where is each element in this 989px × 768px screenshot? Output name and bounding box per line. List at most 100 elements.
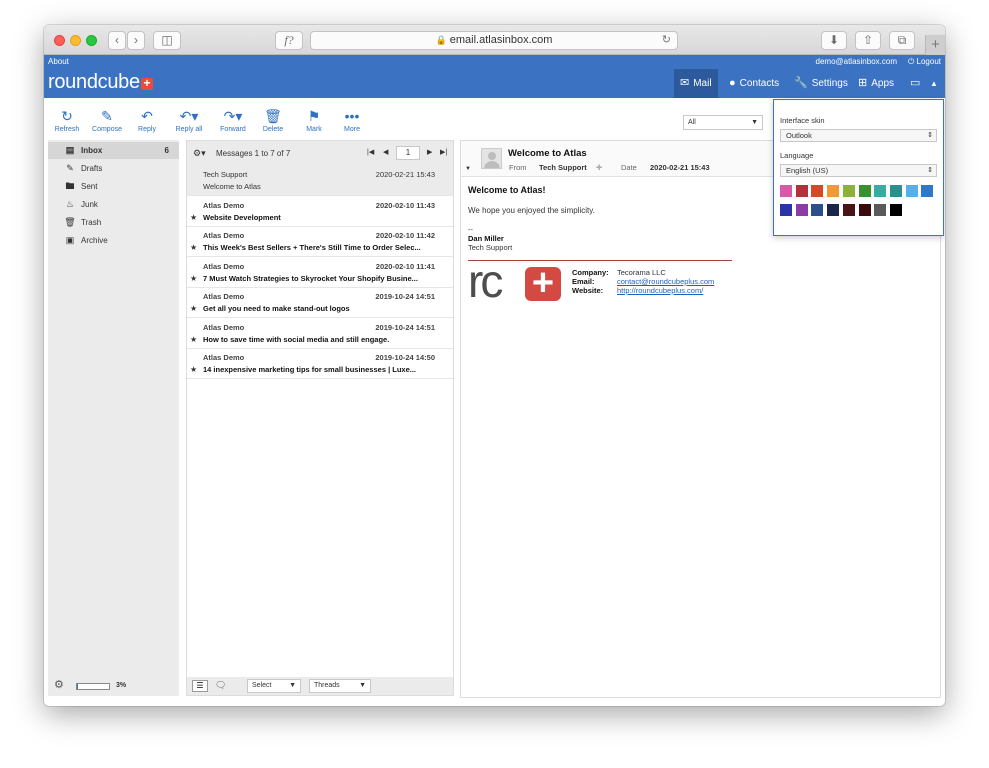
unread-star-icon[interactable]: ★ (190, 213, 197, 222)
expand-headers-icon[interactable]: ▼ (465, 166, 471, 172)
color-swatch[interactable] (842, 204, 855, 216)
logo-text: roundcube (48, 71, 140, 93)
color-swatch[interactable] (780, 185, 792, 197)
nav-mail[interactable]: ✉ Mail (674, 69, 718, 98)
nav-settings[interactable]: 🔧 Settings (788, 69, 854, 98)
message-row[interactable]: Atlas Demo 2019-10-24 14:51 ★ How to save t… (187, 318, 453, 349)
forward-mail-button[interactable]: ↷▾ Forward (218, 108, 248, 133)
color-swatch[interactable] (874, 185, 887, 197)
message-date: 2019-10-24 14:51 (375, 292, 435, 301)
inbox-icon: ▤ (65, 145, 75, 155)
color-swatch[interactable] (795, 185, 808, 197)
mark-button[interactable]: ⚑ Mark (303, 108, 325, 133)
color-swatch[interactable] (889, 185, 902, 197)
language-value: English (US) (786, 166, 829, 175)
zoom-window-button[interactable] (86, 35, 97, 46)
nav-apps[interactable]: ⊞ Apps (852, 69, 900, 98)
color-swatch[interactable] (889, 204, 902, 216)
color-swatch[interactable] (905, 185, 918, 197)
new-tab-button[interactable]: + (925, 35, 945, 55)
more-button[interactable]: ••• More (341, 108, 363, 133)
message-subject: 7 Must Watch Strategies to Skyrocket You… (203, 273, 418, 283)
thread-toggle-icon[interactable]: 🗨 (215, 680, 226, 691)
minimize-window-button[interactable] (70, 35, 81, 46)
color-swatch[interactable] (827, 204, 840, 216)
email-link[interactable]: contact@roundcubeplus.com (617, 277, 714, 286)
forward-button[interactable]: › (127, 31, 145, 50)
list-view-icon[interactable]: ☰ (192, 680, 208, 692)
reload-icon[interactable]: ↻ (662, 32, 671, 49)
next-page-icon[interactable]: ▶ (427, 148, 432, 156)
about-link[interactable]: About (48, 57, 69, 66)
prev-page-icon[interactable]: ◀ (383, 148, 388, 156)
roundcube-logo[interactable]: roundcube + (48, 71, 153, 94)
color-swatch[interactable] (780, 204, 792, 216)
gear-icon[interactable]: ⚙ (54, 678, 64, 691)
color-swatch[interactable] (842, 185, 855, 197)
company-value: Tecorama LLC (617, 268, 666, 277)
color-swatch[interactable] (874, 204, 887, 216)
delete-button[interactable]: 🗑 Delete (262, 108, 284, 133)
color-swatch[interactable] (811, 204, 824, 216)
color-swatch[interactable] (795, 204, 808, 216)
color-swatch[interactable] (827, 185, 840, 197)
address-bar[interactable]: 🔒 email.atlasinbox.com ↻ (310, 31, 678, 50)
reply-all-button[interactable]: ↶▾ Reply all (174, 108, 204, 133)
message-row[interactable]: Tech Support 2020-02-21 15:43 Welcome to A… (187, 165, 453, 196)
collapse-caret[interactable]: ▲ (928, 69, 940, 98)
downloads-button[interactable]: ⬇ (821, 31, 847, 50)
message-row[interactable]: Atlas Demo 2019-10-24 14:51 ★ Get all you n… (187, 287, 453, 318)
folder-drafts[interactable]: ✎ Drafts (48, 160, 179, 177)
message-row[interactable]: Atlas Demo 2020-02-10 11:42 ★ This Week's B… (187, 226, 453, 257)
message-row[interactable]: Atlas Demo 2019-10-24 14:50 ★ 14 inexpensiv… (187, 348, 453, 379)
unread-star-icon[interactable]: ★ (190, 243, 197, 252)
share-button[interactable]: ⇧ (855, 31, 881, 50)
list-options-icon[interactable]: ⚙▾ (193, 148, 206, 159)
from-value[interactable]: Tech Support (539, 163, 587, 172)
interface-skin-select[interactable]: Outlook ⇕ (780, 129, 937, 142)
language-select[interactable]: English (US) ⇕ (780, 164, 937, 177)
color-swatch[interactable] (811, 185, 824, 197)
threads-dropdown[interactable]: Threads ▼ (309, 679, 371, 693)
last-page-icon[interactable]: ▶| (440, 148, 447, 156)
color-swatch[interactable] (858, 204, 871, 216)
folder-inbox[interactable]: ▤ Inbox 6 (48, 142, 179, 159)
unread-star-icon[interactable]: ★ (190, 274, 197, 283)
folder-sent[interactable]: 🖿 Sent (48, 178, 179, 195)
folder-junk[interactable]: ♨ Junk (48, 196, 179, 213)
message-from: Atlas Demo (203, 322, 245, 332)
color-swatch[interactable] (858, 185, 871, 197)
page-number-input[interactable]: 1 (396, 146, 420, 160)
color-swatch[interactable] (921, 185, 934, 197)
message-row[interactable]: Atlas Demo 2020-02-10 11:43 ★ Website Devel… (187, 196, 453, 227)
folder-name: Inbox (81, 146, 103, 155)
browser-toolbar: ‹ › ◫ f? 🔒 email.atlasinbox.com ↻ ⬇ ⇧ ⧉ + (44, 25, 945, 55)
compose-button[interactable]: ✎ Compose (91, 108, 123, 133)
tabs-button[interactable]: ⧉ (889, 31, 915, 50)
signature-role: Tech Support (468, 243, 513, 252)
filter-select[interactable]: All ▼ (683, 115, 763, 130)
sidebar-toggle-button[interactable]: ◫ (153, 31, 181, 50)
message-row[interactable]: Atlas Demo 2020-02-10 11:41 ★ 7 Must Watch … (187, 257, 453, 288)
first-page-icon[interactable]: |◀ (367, 148, 374, 156)
reader-button[interactable]: f? (275, 31, 303, 50)
close-window-button[interactable] (54, 35, 65, 46)
reply-button[interactable]: ↶ Reply (136, 108, 158, 133)
folder-archive[interactable]: ▣ Archive (48, 232, 179, 249)
skin-toggle[interactable]: ▭ (904, 69, 930, 98)
plus-square-icon: ⊞ (858, 77, 868, 89)
add-contact-icon[interactable]: ✚ (596, 163, 602, 172)
back-button[interactable]: ‹ (108, 31, 126, 50)
rc-logo-letters: rc (468, 255, 503, 307)
nav-settings-label: Settings (811, 78, 848, 89)
unread-star-icon[interactable]: ★ (190, 335, 197, 344)
refresh-button[interactable]: ↻ Refresh (54, 108, 80, 133)
nav-contacts[interactable]: ● Contacts (723, 69, 785, 98)
logout-link[interactable]: ⏻ Logout (908, 57, 941, 67)
unread-star-icon[interactable]: ★ (190, 304, 197, 313)
date-label: Date (621, 163, 637, 172)
folder-trash[interactable]: 🗑 Trash (48, 214, 179, 231)
website-link[interactable]: http://roundcubeplus.com/ (617, 286, 703, 295)
select-dropdown[interactable]: Select ▼ (247, 679, 301, 693)
unread-star-icon[interactable]: ★ (190, 365, 197, 374)
